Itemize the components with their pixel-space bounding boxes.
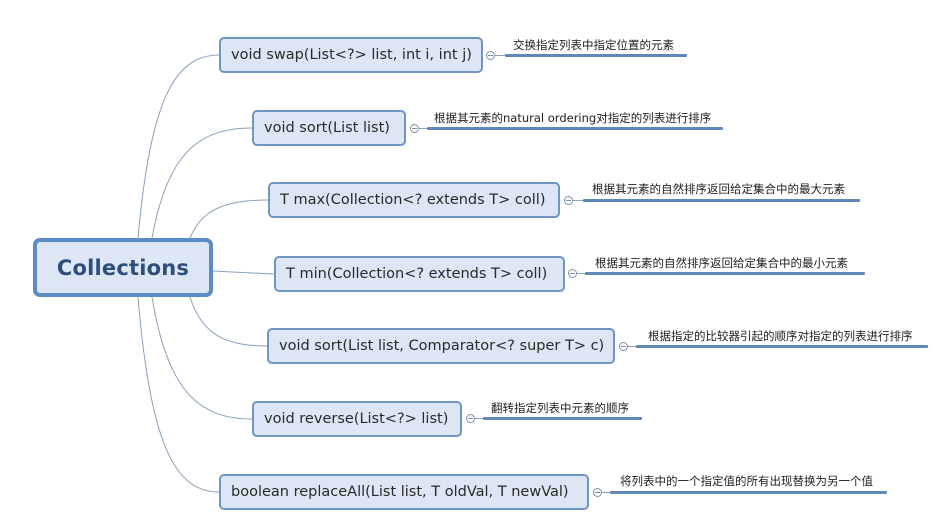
note-connector (628, 346, 636, 347)
branch-topic-label: T min(Collection<? extends T> coll) (286, 266, 548, 282)
collapse-toggle-icon[interactable] (568, 269, 577, 278)
branch-connector (137, 54, 220, 239)
note-connector (475, 418, 483, 419)
collapse-toggle-icon[interactable] (410, 124, 419, 133)
note-max: 根据其元素的自然排序返回给定集合中的最大元素 (592, 182, 845, 196)
branch-topic-sort[interactable]: void sort(List list) (252, 110, 406, 146)
collapse-toggle-icon[interactable] (466, 414, 475, 423)
branch-connector (151, 296, 253, 420)
note-connector (419, 128, 427, 129)
note-connector (495, 55, 505, 56)
note-underline (505, 54, 687, 57)
branch-connector (189, 199, 269, 239)
branch-connector (151, 127, 253, 239)
branch-connector (189, 296, 268, 347)
branch-topic-reverse[interactable]: void reverse(List<?> list) (252, 401, 462, 437)
note-underline (585, 272, 865, 275)
note-min: 根据其元素的自然排序返回给定集合中的最小元素 (595, 256, 848, 270)
branch-topic-label: void reverse(List<?> list) (264, 411, 449, 427)
note-swap: 交换指定列表中指定位置的元素 (513, 38, 674, 52)
note-underline (427, 127, 723, 130)
root-topic-collections[interactable]: Collections (33, 238, 213, 297)
branch-topic-label: void sort(List list) (264, 120, 390, 136)
collapse-toggle-icon[interactable] (593, 488, 602, 497)
note-underline (636, 345, 928, 348)
note-connector (573, 200, 583, 201)
note-connector (577, 273, 585, 274)
note-reverse: 翻转指定列表中元素的顺序 (491, 401, 629, 415)
note-underline (583, 199, 860, 202)
branch-connector (137, 296, 220, 493)
note-underline (483, 417, 642, 420)
note-replace-all: 将列表中的一个指定值的所有出现替换为另一个值 (620, 474, 873, 488)
note-underline (610, 491, 887, 494)
branch-topic-label: void swap(List<?> list, int i, int j) (231, 47, 472, 63)
branch-topic-min[interactable]: T min(Collection<? extends T> coll) (274, 256, 565, 292)
collapse-toggle-icon[interactable] (564, 196, 573, 205)
branch-topic-label: T max(Collection<? extends T> coll) (280, 192, 546, 208)
branch-topic-swap[interactable]: void swap(List<?> list, int i, int j) (219, 37, 483, 73)
branch-topic-max[interactable]: T max(Collection<? extends T> coll) (268, 182, 560, 218)
note-sort-comparator: 根据指定的比较器引起的顺序对指定的列表进行排序 (648, 329, 913, 343)
branch-topic-label: boolean replaceAll(List list, T oldVal, … (231, 484, 569, 500)
collapse-toggle-icon[interactable] (486, 51, 495, 60)
branch-topic-replace-all[interactable]: boolean replaceAll(List list, T oldVal, … (219, 474, 589, 510)
collapse-toggle-icon[interactable] (619, 342, 628, 351)
branch-topic-label: void sort(List list, Comparator<? super … (279, 338, 605, 354)
root-topic-label: Collections (56, 255, 190, 280)
note-connector (602, 492, 610, 493)
note-sort: 根据其元素的natural ordering对指定的列表进行排序 (434, 111, 712, 125)
branch-connector (212, 270, 275, 275)
branch-topic-sort-comparator[interactable]: void sort(List list, Comparator<? super … (267, 328, 615, 364)
